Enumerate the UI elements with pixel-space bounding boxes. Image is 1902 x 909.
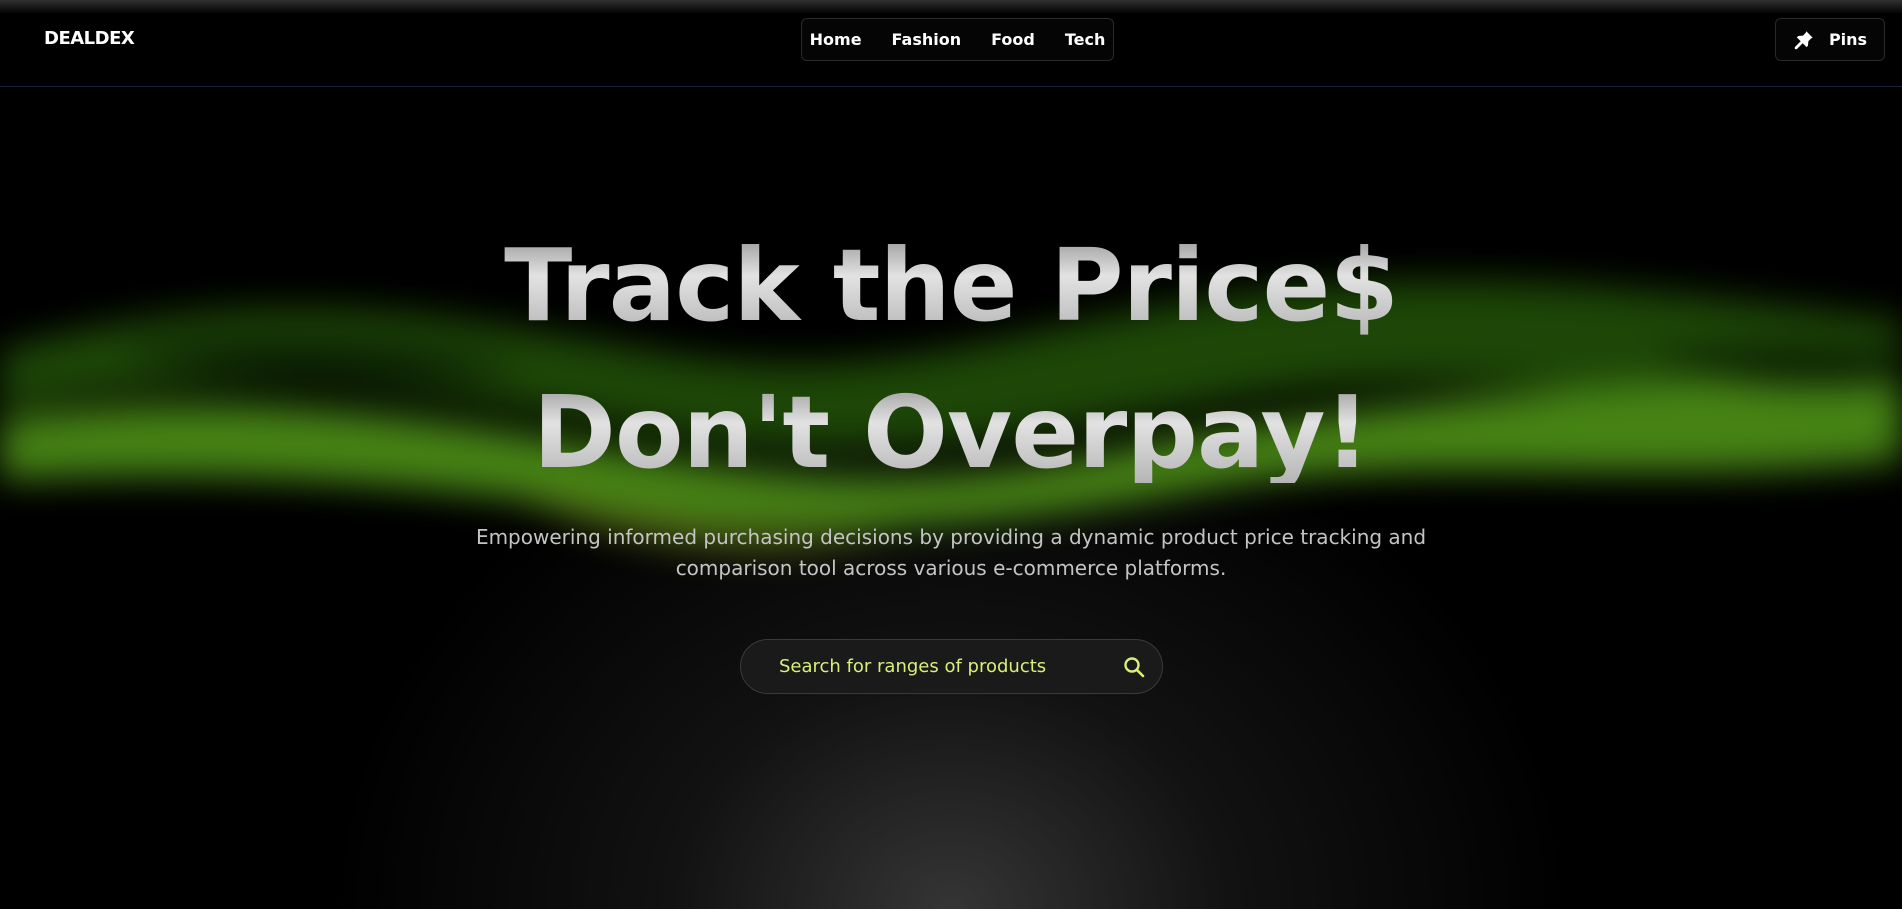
pin-icon bbox=[1794, 30, 1813, 49]
search-icon[interactable] bbox=[1122, 655, 1146, 679]
hero-subtitle: Empowering informed purchasing decisions… bbox=[475, 525, 1427, 580]
logo[interactable]: DEALDEX bbox=[44, 28, 135, 49]
hero-headline-2: Don't Overpay! bbox=[0, 383, 1902, 483]
nav-item-home[interactable]: Home bbox=[810, 30, 862, 49]
nav-item-food[interactable]: Food bbox=[991, 30, 1035, 49]
pins-button[interactable]: Pins bbox=[1775, 18, 1885, 61]
top-header: DEALDEX Home Fashion Food Tech Pins bbox=[0, 0, 1902, 87]
nav-item-tech[interactable]: Tech bbox=[1065, 30, 1106, 49]
nav-item-fashion[interactable]: Fashion bbox=[892, 30, 962, 49]
main-nav: Home Fashion Food Tech bbox=[801, 18, 1114, 61]
landing-page: DEALDEX Home Fashion Food Tech Pins Trac… bbox=[0, 0, 1902, 909]
hero-headline-1: Track the Price$ bbox=[0, 236, 1902, 336]
pins-label: Pins bbox=[1828, 30, 1868, 49]
search-input[interactable] bbox=[777, 655, 1122, 678]
search-bar bbox=[740, 639, 1163, 694]
